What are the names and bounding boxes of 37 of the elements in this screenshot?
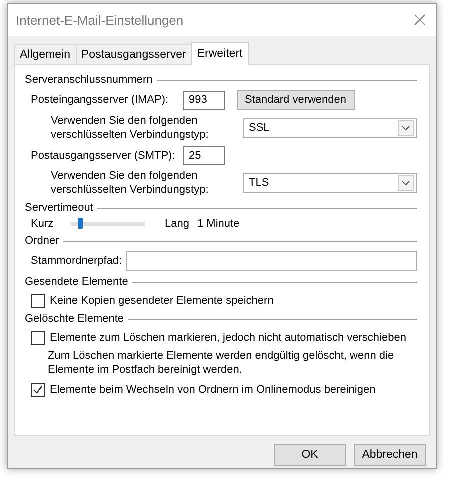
path-field[interactable] — [126, 251, 417, 271]
default-button[interactable]: Standard verwenden — [237, 90, 355, 110]
dialog-button[interactable]: OK — [274, 444, 346, 466]
slider-reading: 1 Minute — [197, 218, 240, 230]
field-label: Verwenden Sie den folgenden verschlüsselten Verbindungstyp: — [50, 169, 210, 197]
group-title: Ordner — [25, 235, 60, 247]
port-field[interactable]: 25 — [183, 146, 225, 165]
checkbox[interactable] — [31, 294, 45, 308]
slider-label: Kurz — [31, 218, 55, 230]
caret-icon — [398, 120, 414, 136]
field-label: Verwenden Sie den folgenden verschlüsselten Verbindungstyp: — [50, 114, 210, 142]
checkbox[interactable] — [31, 331, 45, 345]
dropdown-value: SSL — [249, 122, 270, 134]
group-title: Gesendete Elemente — [25, 276, 128, 288]
dialog-button[interactable]: Abbrechen — [354, 444, 426, 466]
encryption-dropdown[interactable]: SSL — [243, 118, 417, 138]
field-label: Stammordnerpfad: — [31, 255, 122, 267]
checkbox[interactable] — [31, 383, 45, 397]
field-label: Postausgangsserver (SMTP): — [31, 150, 176, 162]
dropdown-value: TLS — [249, 177, 270, 189]
caret-icon — [398, 175, 414, 191]
checkbox-label: Elemente beim Wechseln von Ordnern im Onlinemodus bereinigen — [50, 384, 376, 396]
note-text: Zum Löschen markierte Elemente werden endgültig gelöscht, wenn die Elemente im Postfach bereinigt werden. — [48, 349, 396, 377]
group-title: Gelöschte Elemente — [25, 313, 124, 325]
tab[interactable]: Erweitert — [191, 42, 249, 65]
field-label: Posteingangsserver (IMAP): — [31, 94, 170, 106]
window-title: Internet-E-Mail-Einstellungen — [16, 12, 184, 28]
group-title: Servertimeout — [25, 202, 94, 214]
checkbox-label: Keine Kopien gesendeter Elemente speichern — [50, 295, 274, 307]
checkbox-label: Elemente zum Löschen markieren, jedoch nicht automatisch verschieben — [50, 332, 406, 344]
slider-thumb[interactable] — [78, 218, 84, 229]
slider-label: Lang — [165, 218, 190, 230]
encryption-dropdown[interactable]: TLS — [243, 173, 417, 193]
port-field[interactable]: 993 — [183, 90, 225, 110]
group-title: Serveranschlussnummern — [25, 74, 153, 86]
close-icon[interactable] — [414, 14, 426, 26]
tab[interactable]: Allgemein — [14, 44, 76, 64]
